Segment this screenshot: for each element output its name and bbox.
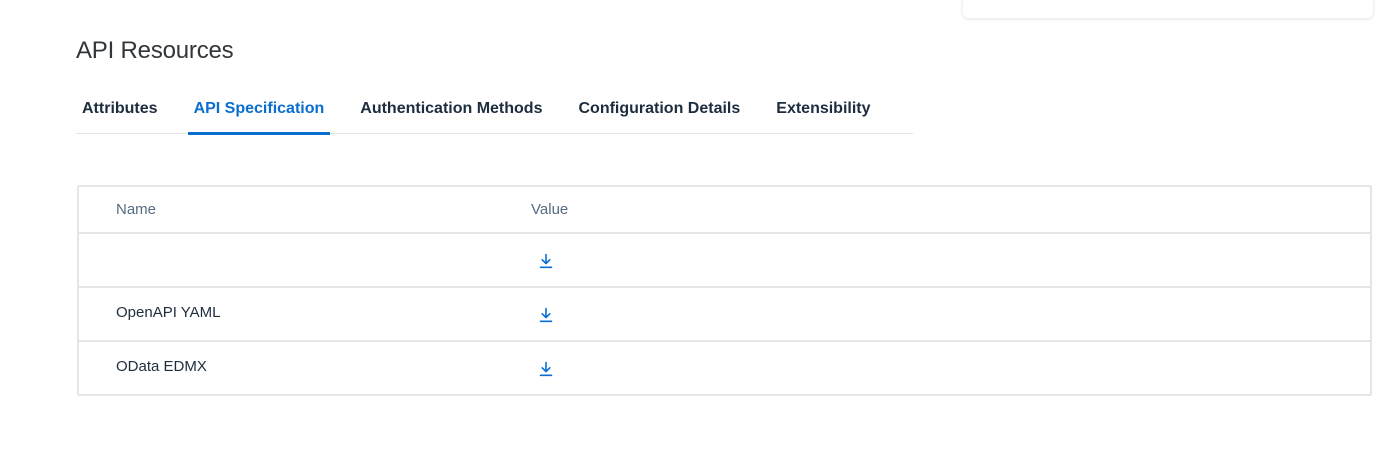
row-name bbox=[79, 258, 531, 262]
column-header-name: Name bbox=[116, 201, 157, 218]
top-card bbox=[963, 0, 1373, 18]
table-row: OData EDMX bbox=[79, 342, 1370, 394]
download-icon[interactable] bbox=[533, 248, 559, 274]
table-row bbox=[79, 234, 1370, 288]
section-title: API Resources bbox=[76, 37, 234, 64]
tab-attributes[interactable]: Attributes bbox=[76, 88, 164, 133]
table-row: OpenAPI YAML bbox=[79, 288, 1370, 342]
api-spec-table: Name Value OpenAPI YAML OData EDMX bbox=[77, 185, 1372, 396]
row-value bbox=[531, 300, 1370, 328]
tab-extensibility[interactable]: Extensibility bbox=[770, 88, 876, 133]
download-icon[interactable] bbox=[533, 356, 559, 382]
download-icon[interactable] bbox=[533, 302, 559, 328]
row-value bbox=[531, 354, 1370, 382]
tab-api-specification[interactable]: API Specification bbox=[187, 88, 331, 135]
tab-authentication-methods[interactable]: Authentication Methods bbox=[354, 88, 548, 133]
row-name: OData EDMX bbox=[116, 357, 207, 375]
tab-bar: Attributes API Specification Authenticat… bbox=[76, 88, 913, 135]
column-header-value: Value bbox=[531, 201, 569, 218]
table-header-row: Name Value bbox=[79, 187, 1370, 234]
row-value bbox=[531, 246, 1370, 274]
row-name: OpenAPI YAML bbox=[116, 303, 221, 321]
tab-configuration-details[interactable]: Configuration Details bbox=[572, 88, 746, 133]
